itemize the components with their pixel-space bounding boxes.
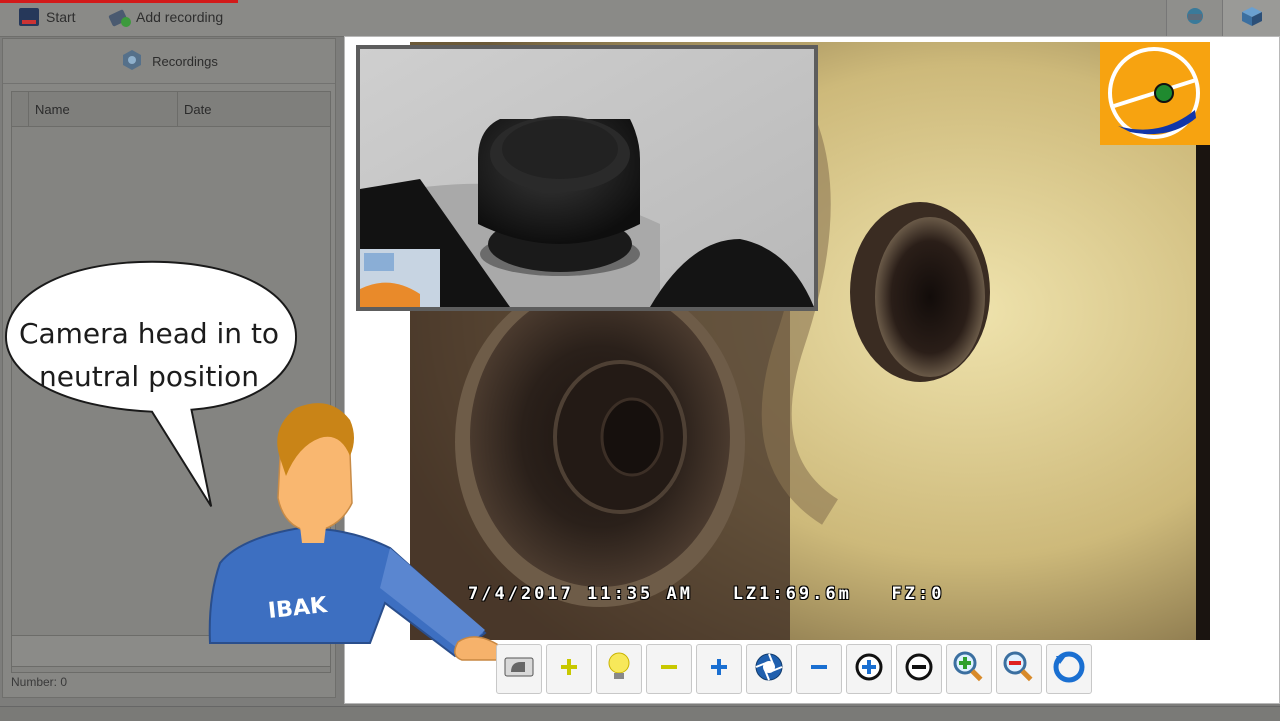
presenter-figure	[208, 403, 503, 661]
focus-minus-icon	[904, 652, 934, 687]
minus-icon	[659, 657, 679, 682]
camera-controls	[496, 644, 1092, 696]
recordings-title: Recordings	[152, 53, 218, 69]
ibak-start-icon	[18, 6, 40, 28]
start-label: Start	[46, 9, 76, 25]
plus-icon	[709, 657, 729, 682]
3d-view-button[interactable]	[1222, 0, 1280, 36]
zoom-out-button[interactable]	[996, 644, 1042, 694]
zoom-in-button[interactable]	[946, 644, 992, 694]
light-increase-button[interactable]	[546, 644, 592, 694]
status-bar	[0, 706, 1280, 721]
cube-icon	[1238, 4, 1266, 33]
focus-out-button[interactable]	[896, 644, 942, 694]
light-decrease-button[interactable]	[646, 644, 692, 694]
speech-line-2: neutral position	[39, 360, 259, 393]
rotate-icon	[1052, 650, 1086, 689]
neutral-position-button[interactable]	[496, 644, 542, 694]
network-icon	[1182, 4, 1208, 33]
orientation-indicator	[1100, 42, 1210, 145]
camera-head-icon	[503, 654, 535, 685]
rotate-button[interactable]	[1046, 644, 1092, 694]
zoom-in-icon	[952, 650, 986, 689]
speech-line-1: Camera head in to	[18, 317, 280, 350]
column-spacer	[12, 92, 29, 126]
network-button[interactable]	[1166, 0, 1223, 36]
bulb-icon	[606, 652, 632, 687]
aperture-decrease-button[interactable]	[796, 644, 842, 694]
controller-inset-video	[356, 45, 818, 311]
zoom-out-icon	[1002, 650, 1036, 689]
list-header: Name Date	[12, 92, 330, 127]
aperture-icon	[754, 652, 784, 687]
number-label: Number: 0	[11, 675, 68, 689]
light-button[interactable]	[596, 644, 642, 694]
aperture-button[interactable]	[746, 644, 792, 694]
minus-icon	[809, 657, 829, 682]
recordings-icon	[120, 48, 144, 75]
add-recording-label: Add recording	[136, 9, 224, 25]
top-toolbar: Start Add recording	[0, 0, 1280, 37]
focus-in-button[interactable]	[846, 644, 892, 694]
add-recording-button[interactable]: Add recording	[108, 2, 223, 32]
plus-icon	[559, 657, 579, 682]
speech-bubble-text: Camera head in to neutral position	[8, 312, 290, 398]
video-osd-text: 7/4/2017 11:35 AM LZ1:69.6m FZ:0	[468, 584, 945, 604]
focus-plus-icon	[854, 652, 884, 687]
column-date[interactable]: Date	[178, 92, 324, 126]
column-name[interactable]: Name	[29, 92, 178, 126]
start-button[interactable]: Start	[18, 2, 76, 32]
add-recording-icon	[108, 6, 131, 28]
recordings-header: Recordings	[3, 39, 335, 84]
aperture-increase-button[interactable]	[696, 644, 742, 694]
